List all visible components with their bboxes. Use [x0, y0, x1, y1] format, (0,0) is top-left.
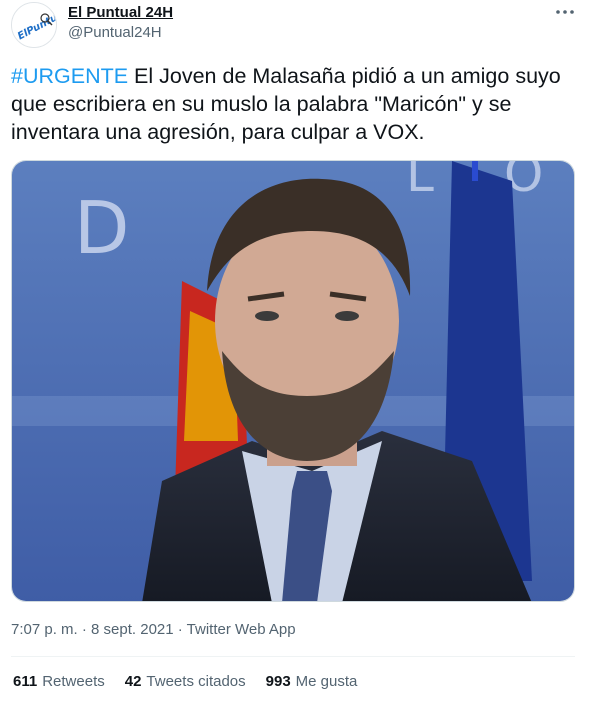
press-conference-photo: D L O: [12, 161, 574, 601]
quotes-count: 42: [124, 673, 142, 690]
more-options-icon: [556, 10, 574, 14]
tweet-text: #URGENTE El Joven de Malasaña pidió a un…: [11, 62, 583, 146]
avatar[interactable]: ElPuntual: [11, 2, 57, 48]
retweets-count: 611: [13, 673, 38, 690]
hashtag-link[interactable]: #URGENTE: [11, 64, 128, 88]
quotes-label: Tweets citados: [146, 673, 246, 690]
likes-count: 993: [265, 673, 291, 690]
more-options-button[interactable]: [554, 2, 576, 22]
tweet-stats: 611 Retweets 42 Tweets citados 993 Me gu…: [13, 672, 377, 692]
author-info: El Puntual 24H @Puntual24H: [68, 4, 173, 43]
author-display-name[interactable]: El Puntual 24H: [68, 4, 173, 22]
tweet: ElPuntual El Puntual 24H @Puntual24H #UR…: [0, 0, 593, 701]
divider: [11, 656, 575, 657]
retweets-label: Retweets: [42, 673, 105, 690]
tweet-photo[interactable]: D L O: [11, 160, 575, 602]
tweet-timestamp[interactable]: 7:07 p. m. · 8 sept. 2021 · Twitter Web …: [11, 620, 296, 640]
likes-label: Me gusta: [295, 673, 358, 690]
svg-text:D: D: [74, 186, 129, 270]
el-puntual-logo-icon: ElPuntual: [12, 3, 56, 47]
retweets-stat[interactable]: 611 Retweets: [13, 672, 105, 692]
svg-text:L: L: [406, 161, 434, 203]
quotes-stat[interactable]: 42 Tweets citados: [125, 672, 246, 692]
likes-stat[interactable]: 993 Me gusta: [266, 672, 358, 692]
author-handle[interactable]: @Puntual24H: [68, 23, 173, 43]
